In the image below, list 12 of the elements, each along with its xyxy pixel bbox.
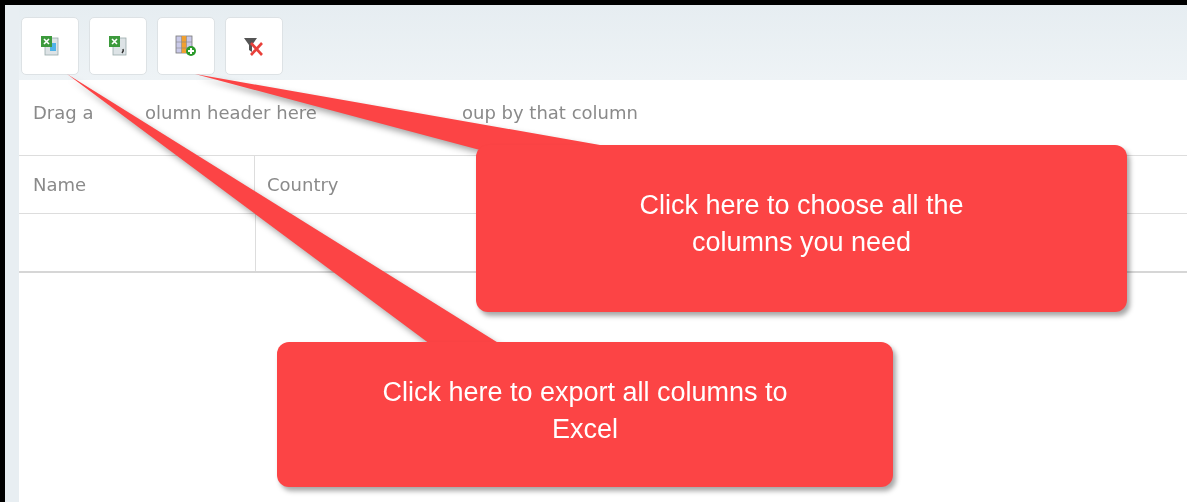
toolbar-button[interactable] bbox=[157, 17, 215, 75]
spreadsheet-comma-icon bbox=[108, 35, 128, 57]
grid-plus-icon bbox=[175, 35, 197, 57]
toolbar-button[interactable] bbox=[89, 17, 147, 75]
placeholder-text: oup by that column bbox=[462, 102, 638, 123]
spreadsheet-icon bbox=[40, 35, 60, 57]
callout: Click here to export all columns to Excel bbox=[277, 342, 893, 487]
funnel-cross-icon bbox=[243, 35, 265, 57]
toolbar-button[interactable] bbox=[21, 17, 79, 75]
toolbar-button[interactable] bbox=[225, 17, 283, 75]
placeholder-text: olumn header here bbox=[145, 102, 317, 123]
placeholder-text: Drag a bbox=[33, 102, 94, 123]
